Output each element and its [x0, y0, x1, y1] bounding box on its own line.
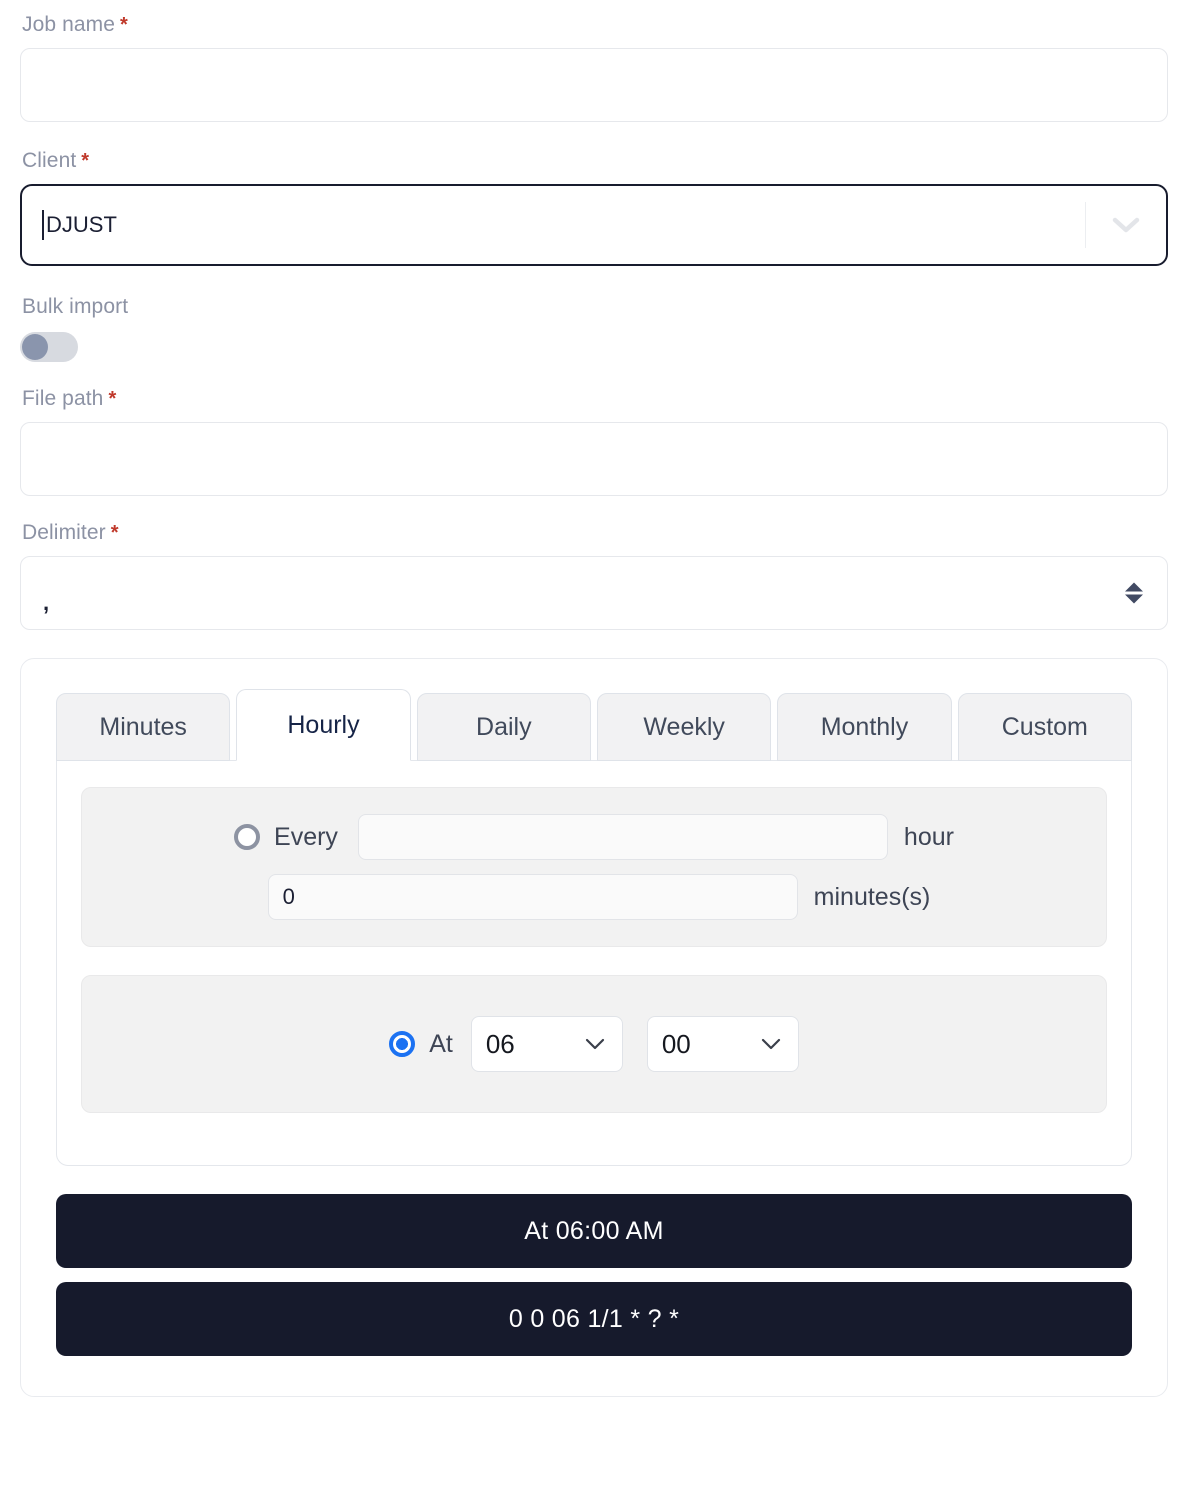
every-hour-input[interactable]	[357, 814, 888, 860]
file-path-label-text: File path	[22, 387, 104, 410]
delimiter-label: Delimiter *	[20, 520, 1168, 546]
delimiter-label-text: Delimiter	[22, 521, 106, 544]
arrow-up-icon	[1125, 582, 1143, 592]
delimiter-select[interactable]: ,	[20, 556, 1168, 630]
bulk-import-field-group: Bulk import	[0, 266, 1188, 362]
file-path-required-asterisk: *	[108, 388, 117, 410]
updown-arrows-icon	[1125, 582, 1143, 604]
job-name-label-text: Job name	[22, 13, 116, 36]
arrow-down-icon	[1125, 594, 1143, 604]
bulk-import-label: Bulk import	[20, 294, 1168, 320]
client-label-text: Client	[22, 149, 77, 172]
at-hour-select[interactable]: 06	[470, 1016, 623, 1072]
cron-job-form-page: Job name * Client * DJUST Bulk import Fi…	[0, 0, 1188, 1494]
client-dropdown-toggle[interactable]	[1086, 215, 1166, 235]
at-row: At 06 00	[102, 1016, 1086, 1072]
every-radio-label: Every	[274, 822, 338, 851]
every-minutes-row: minutes(s)	[102, 874, 1086, 920]
tab-monthly[interactable]: Monthly	[777, 693, 952, 761]
tab-custom[interactable]: Custom	[957, 693, 1132, 761]
every-row: Every hour	[102, 814, 1086, 860]
client-selected-value: DJUST	[46, 212, 117, 237]
schedule-summary-cron-text: 0 0 06 1/1 * ? *	[508, 1304, 680, 1333]
bulk-import-label-text: Bulk import	[22, 295, 129, 318]
chevron-down-icon	[585, 1038, 604, 1050]
delimiter-required-asterisk: *	[110, 522, 119, 544]
tab-monthly-label: Monthly	[820, 712, 909, 741]
client-field-group: Client * DJUST	[0, 122, 1188, 266]
scheduler-tabs: Minutes Hourly Daily Weekly Monthly Cust…	[56, 689, 1132, 761]
scheduler-card: Minutes Hourly Daily Weekly Monthly Cust…	[20, 658, 1168, 1397]
delimiter-field-group: Delimiter * ,	[0, 496, 1188, 630]
every-option-block: Every hour minutes(s)	[81, 787, 1107, 947]
tab-weekly-label: Weekly	[643, 712, 725, 741]
client-combobox[interactable]: DJUST	[20, 184, 1168, 266]
every-minutes-unit: minutes(s)	[813, 882, 931, 911]
at-minute-value: 00	[661, 1028, 691, 1059]
text-cursor	[42, 210, 44, 240]
at-minute-select[interactable]: 00	[646, 1016, 799, 1072]
tab-minutes[interactable]: Minutes	[56, 693, 231, 761]
file-path-field-group: File path *	[0, 362, 1188, 496]
tab-minutes-label: Minutes	[99, 712, 187, 741]
chevron-down-icon	[1112, 217, 1140, 233]
hourly-tab-panel: Every hour minutes(s) At 06	[56, 760, 1132, 1166]
at-hour-value: 06	[485, 1028, 515, 1059]
tab-hourly[interactable]: Hourly	[236, 689, 411, 761]
every-radio[interactable]	[234, 824, 261, 850]
schedule-summary-cron: 0 0 06 1/1 * ? *	[56, 1282, 1132, 1356]
at-radio-label: At	[429, 1029, 453, 1058]
at-option-block: At 06 00	[81, 975, 1107, 1113]
schedule-summary-human-text: At 06:00 AM	[524, 1216, 664, 1245]
bulk-import-toggle[interactable]	[20, 332, 78, 362]
file-path-input[interactable]	[20, 422, 1168, 496]
job-name-input[interactable]	[20, 48, 1168, 122]
client-required-asterisk: *	[81, 150, 90, 172]
client-selected-value-wrapper: DJUST	[22, 210, 1085, 240]
tab-daily-label: Daily	[476, 712, 532, 741]
at-radio[interactable]	[389, 1031, 416, 1057]
file-path-label: File path *	[20, 386, 1168, 412]
client-label: Client *	[20, 148, 1168, 174]
tab-hourly-label: Hourly	[287, 710, 360, 739]
schedule-summary-human: At 06:00 AM	[56, 1194, 1132, 1268]
job-name-label: Job name *	[20, 12, 1168, 38]
every-hour-unit: hour	[903, 822, 954, 851]
delimiter-selected-value: ,	[43, 590, 50, 615]
job-name-required-asterisk: *	[120, 14, 128, 36]
tab-custom-label: Custom	[1001, 712, 1088, 741]
chevron-down-icon	[761, 1038, 780, 1050]
tab-daily[interactable]: Daily	[416, 693, 591, 761]
every-minutes-input[interactable]	[267, 874, 798, 920]
tab-weekly[interactable]: Weekly	[596, 693, 772, 761]
job-name-field-group: Job name *	[0, 0, 1188, 122]
toggle-knob	[22, 334, 48, 360]
